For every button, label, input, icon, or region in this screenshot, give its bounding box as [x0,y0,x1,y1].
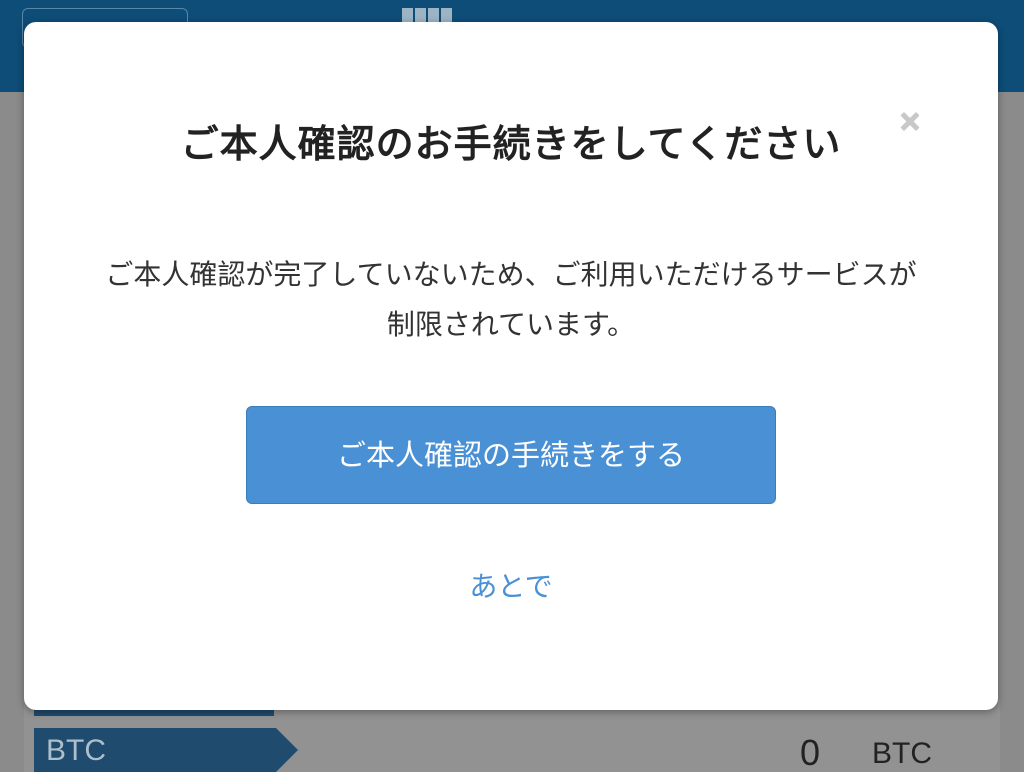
start-verification-button[interactable]: ご本人確認の手続きをする [246,406,776,504]
later-link[interactable]: あとで [469,570,552,603]
currency-tab-label: BTC [46,734,106,767]
balance-unit: BTC [872,737,932,770]
currency-tab-btc[interactable]: BTC [34,728,276,772]
balance-amount: 0 [800,732,821,772]
modal-message: ご本人確認が完了していないため、ご利用いただけるサービスが制限されています。 [105,258,917,341]
identity-verification-modal: ご本人確認のお手続きをしてください ご本人確認が完了していないため、ご利用いただ… [24,22,998,710]
modal-title: ご本人確認のお手続きをしてください [180,122,842,166]
currency-tab-arrow [276,728,298,772]
close-icon[interactable] [894,100,928,140]
later-link-row: あとで [24,564,998,610]
